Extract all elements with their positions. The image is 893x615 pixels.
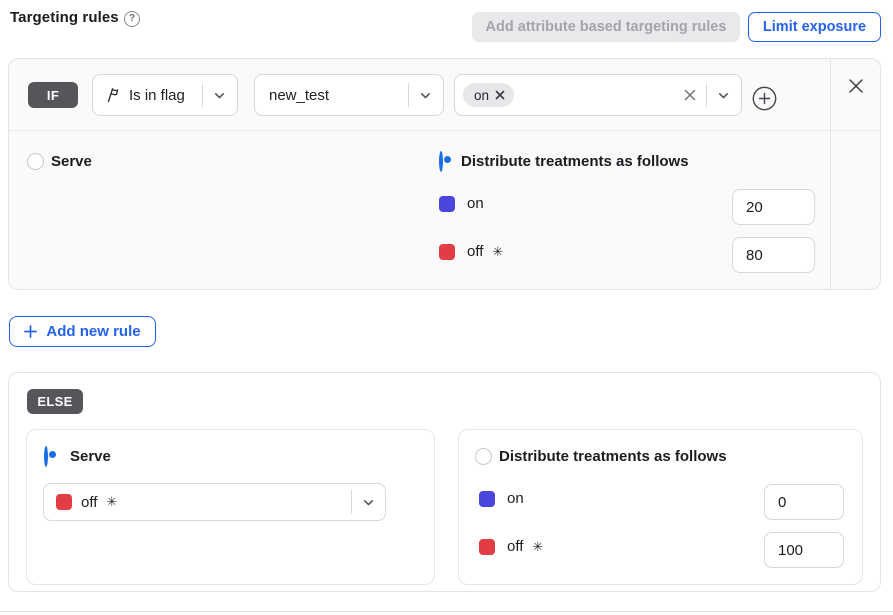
default-rule-card: ELSE Serve off ✳ Distribute treatments a… [8,372,881,592]
default-treatment-icon: ✳ [532,539,543,555]
default-treatment-icon: ✳ [106,494,117,510]
distribute-label: Distribute treatments as follows [461,153,689,170]
else-distribute-radio[interactable] [475,448,492,465]
flag-icon [105,87,121,103]
section-divider [0,611,893,612]
else-serve-label: Serve [70,448,111,465]
chip-remove-icon[interactable] [495,90,505,100]
page-title: Targeting rules [10,9,119,26]
add-condition-icon[interactable] [752,86,777,111]
treatment-values-multiselect[interactable]: on [454,74,742,116]
treatment-off-percent-input[interactable] [732,237,815,273]
distribute-radio[interactable] [439,151,443,172]
plus-icon [24,325,37,338]
else-treatment-on-percent-input[interactable] [764,484,844,520]
else-distribute-panel: Distribute treatments as follows on off … [458,429,863,585]
divider [706,83,707,107]
else-serve-value: off [81,494,97,511]
treatment-off-swatch [479,539,495,555]
delete-rule-icon[interactable] [844,74,868,98]
if-badge: IF [28,82,78,108]
treatment-on-percent-input[interactable] [732,189,815,225]
targeting-rules-panel: Targeting rules ? Add attribute based ta… [0,0,893,615]
divider [408,83,409,107]
targeting-rule-card: IF Is in flag new_test [8,58,881,290]
treatment-name: on [467,195,484,212]
else-treatment-off-percent-input[interactable] [764,532,844,568]
clear-selection-icon[interactable] [682,87,698,103]
treatment-name-text: off [467,243,483,260]
rule-actions-column [830,59,880,289]
treatment-on-swatch [479,491,495,507]
treatment-off-swatch [439,244,455,260]
treatment-name: off ✳ [467,243,503,260]
limit-exposure-button[interactable]: Limit exposure [748,12,881,42]
flag-select-value: new_test [269,87,329,104]
treatment-name-text: off [507,538,523,555]
selected-value-chip: on [463,83,514,107]
else-serve-panel: Serve off ✳ [26,429,435,585]
default-treatment-icon: ✳ [492,244,503,260]
serve-radio[interactable] [27,153,44,170]
matcher-label: Is in flag [129,87,185,104]
add-new-rule-label: Add new rule [46,323,140,340]
chevron-down-icon [418,88,433,103]
else-distribute-label: Distribute treatments as follows [499,448,727,465]
serve-label: Serve [51,153,92,170]
else-serve-treatment-select[interactable]: off ✳ [43,483,386,521]
divider [202,83,203,107]
matcher-select[interactable]: Is in flag [92,74,238,116]
treatment-on-swatch [439,196,455,212]
else-badge: ELSE [27,389,83,414]
treatment-name: on [507,490,524,507]
else-serve-radio[interactable] [44,446,48,467]
help-icon[interactable]: ? [124,11,140,27]
add-new-rule-button[interactable]: Add new rule [9,316,156,347]
chevron-down-icon [361,495,376,510]
chevron-down-icon [212,88,227,103]
treatment-off-swatch [56,494,72,510]
treatment-name: off ✳ [507,538,543,555]
chip-label: on [474,88,489,103]
rule-condition-row: IF Is in flag new_test [9,59,880,131]
flag-select[interactable]: new_test [254,74,444,116]
chevron-down-icon [716,88,731,103]
add-attribute-rules-button[interactable]: Add attribute based targeting rules [472,12,740,42]
divider [351,490,352,514]
